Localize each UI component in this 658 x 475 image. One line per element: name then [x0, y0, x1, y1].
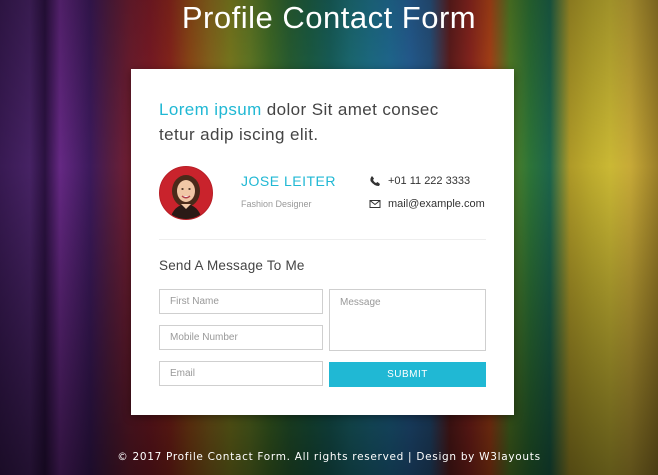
profile-email[interactable]: mail@example.com: [388, 198, 485, 210]
envelope-icon: [369, 198, 381, 210]
phone-icon: [369, 175, 381, 187]
email-line: mail@example.com: [369, 198, 485, 210]
headline-line1: dolor Sit amet consec: [261, 100, 439, 119]
footer-text: © 2017 Profile Contact Form. All rights …: [117, 451, 480, 463]
footer-brand-link[interactable]: W3layouts: [479, 451, 541, 463]
email-placeholder: Email: [170, 368, 196, 379]
message-textarea[interactable]: Message: [329, 289, 486, 351]
headline-accent: Lorem ipsum: [159, 100, 262, 119]
divider: [159, 239, 486, 240]
mobile-number-input[interactable]: Mobile Number: [159, 325, 323, 350]
page-title: Profile Contact Form: [181, 0, 477, 35]
profile-role: Fashion Designer: [241, 199, 312, 209]
card-headline: Lorem ipsum dolor Sit amet consec tetur …: [159, 97, 499, 147]
form-title: Send A Message To Me: [159, 258, 305, 273]
headline-line2: tetur adip iscing elit.: [159, 125, 319, 144]
profile-phone: +01 11 222 3333: [388, 175, 471, 187]
phone-line: +01 11 222 3333: [369, 175, 470, 187]
email-input[interactable]: Email: [159, 361, 323, 386]
first-name-placeholder: First Name: [170, 296, 219, 307]
submit-button[interactable]: SUBMIT: [329, 362, 486, 387]
mobile-placeholder: Mobile Number: [170, 332, 238, 343]
profile-name: JOSE LEITER: [241, 173, 336, 189]
first-name-input[interactable]: First Name: [159, 289, 323, 314]
message-placeholder: Message: [340, 297, 381, 308]
profile-card: Lorem ipsum dolor Sit amet consec tetur …: [131, 69, 514, 415]
footer: © 2017 Profile Contact Form. All rights …: [0, 451, 658, 463]
avatar: [159, 166, 213, 220]
